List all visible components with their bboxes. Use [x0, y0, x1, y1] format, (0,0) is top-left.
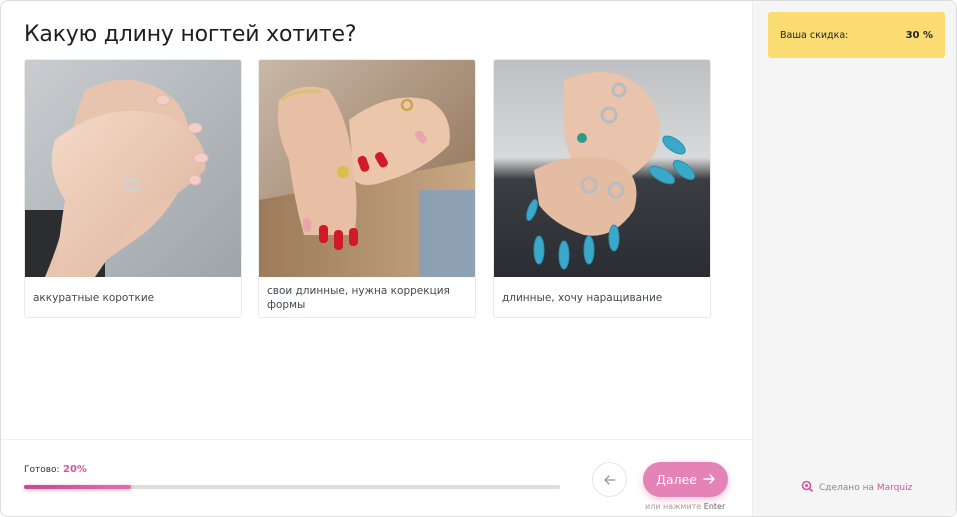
option-photo-correction [259, 60, 475, 277]
quiz-window: Какую длину ногтей хотите? аккуратные ко… [0, 0, 957, 517]
progress-bar-fill [24, 485, 132, 489]
next-button[interactable]: Далее [643, 462, 728, 497]
question-title: Какую длину ногтей хотите? [24, 22, 357, 47]
option-card-correction[interactable]: свои длинные, нужна коррекция формы [258, 59, 476, 318]
quiz-footer: Готово: 20% Далее или нажмите Enter [1, 439, 752, 516]
progress-value: 20% [63, 464, 87, 475]
arrow-right-icon [703, 472, 715, 487]
option-label: длинные, хочу наращивание [502, 291, 663, 304]
marquiz-logo-icon [801, 480, 813, 495]
enter-hint-key: Enter [703, 502, 726, 511]
next-button-label: Далее [656, 472, 697, 487]
made-by-prefix: Сделано на [819, 482, 874, 493]
enter-hint-prefix: или нажмите [645, 502, 702, 511]
option-label: аккуратные короткие [33, 291, 155, 304]
enter-hint: или нажмите Enter [645, 502, 725, 511]
discount-badge: Ваша скидка: 30 % [768, 12, 945, 58]
option-photo-short [25, 60, 241, 277]
option-card-extension[interactable]: длинные, хочу наращивание [493, 59, 711, 318]
option-label: свои длинные, нужна коррекция формы [267, 284, 450, 311]
discount-label: Ваша скидка: [780, 29, 849, 41]
arrow-left-icon [603, 470, 616, 489]
progress-label: Готово: [24, 465, 60, 475]
option-card-short[interactable]: аккуратные короткие [24, 59, 242, 318]
made-by-brand: Marquiz [876, 482, 913, 493]
option-photo-extension [494, 60, 710, 277]
made-by-link[interactable]: Сделано на Marquiz [801, 480, 912, 495]
discount-value: 30 % [905, 29, 933, 41]
back-button[interactable] [592, 462, 627, 497]
quiz-main: Какую длину ногтей хотите? аккуратные ко… [1, 1, 752, 516]
progress-bar [24, 485, 560, 489]
sidebar: Ваша скидка: 30 % Сделано на Marquiz [752, 1, 956, 516]
